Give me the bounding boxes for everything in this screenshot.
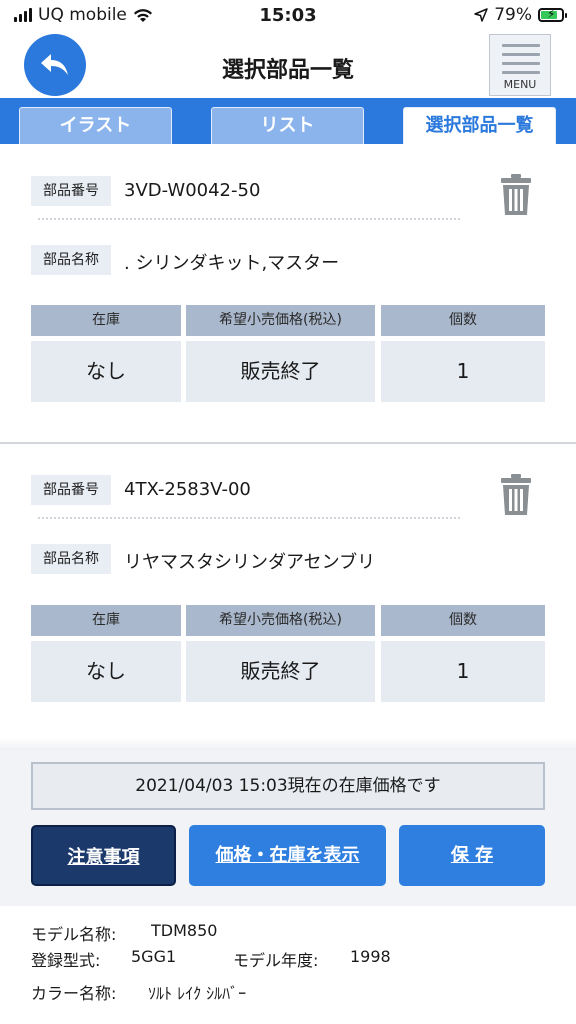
part-name-value: リヤマスタシリンダアセンブリ: [124, 552, 376, 573]
battery-icon: ⚡: [538, 7, 567, 22]
divider: [38, 218, 460, 220]
part-info-table: 在庫 希望小売価格(税込) 個数 なし 販売終了 1: [31, 605, 545, 702]
price-header: 希望小売価格(税込): [186, 605, 375, 636]
part-number-value: 3VD-W0042-50: [124, 180, 261, 201]
qty-value[interactable]: 1: [381, 641, 545, 702]
model-year-label: モデル年度:: [233, 951, 319, 970]
divider: [38, 517, 460, 519]
part-name-value: . シリンダキット,マスター: [124, 253, 340, 274]
stock-header: 在庫: [31, 605, 181, 636]
part-name-label: 部品名称: [31, 245, 111, 275]
qty-value[interactable]: 1: [381, 341, 545, 402]
part-card: 部品番号 3VD-W0042-50 部品名称 . シリンダキット,マスター 在庫…: [0, 144, 576, 442]
hamburger-icon: [502, 44, 540, 80]
color-name-value: ｿﾙﾄ ﾚｲｸ ｼﾙﾊﾞｰ: [148, 984, 247, 1003]
model-name-value: TDM850: [151, 921, 218, 940]
status-right: 79% ⚡: [474, 5, 567, 25]
tab-selected-parts[interactable]: 選択部品一覧: [403, 107, 556, 144]
stock-header: 在庫: [31, 305, 181, 336]
model-info: モデル名称: TDM850 登録型式: 5GG1 モデル年度: 1998 カラー…: [0, 906, 576, 1024]
registered-type-label: 登録型式:: [31, 951, 101, 970]
menu-label: MENU: [503, 78, 537, 91]
part-number-value: 4TX-2583V-00: [124, 479, 251, 500]
stock-value: なし: [31, 641, 181, 702]
tab-bar: イラスト リスト 選択部品一覧: [0, 98, 576, 144]
qty-header: 個数: [381, 605, 545, 636]
price-header: 希望小売価格(税込): [186, 305, 375, 336]
part-name-label: 部品名称: [31, 544, 111, 574]
price-value: 販売終了: [186, 641, 375, 702]
header: 選択部品一覧 MENU: [0, 34, 576, 100]
save-button[interactable]: 保 存: [399, 825, 545, 886]
model-year-value: 1998: [350, 947, 391, 966]
part-info-table: 在庫 希望小売価格(税込) 個数 なし 販売終了 1: [31, 305, 545, 402]
trash-icon[interactable]: [500, 174, 532, 216]
qty-header: 個数: [381, 305, 545, 336]
part-number-label: 部品番号: [31, 176, 111, 206]
location-arrow-icon: [474, 8, 488, 22]
part-number-label: 部品番号: [31, 475, 111, 505]
notes-button[interactable]: 注意事項: [31, 825, 176, 886]
tab-illustration[interactable]: イラスト: [19, 107, 172, 144]
tab-list[interactable]: リスト: [211, 107, 364, 144]
registered-type-value: 5GG1: [131, 947, 177, 966]
menu-button[interactable]: MENU: [489, 34, 551, 96]
part-card: 部品番号 4TX-2583V-00 部品名称 リヤマスタシリンダアセンブリ 在庫…: [0, 444, 576, 738]
model-name-label: モデル名称:: [31, 925, 117, 944]
show-price-stock-button[interactable]: 価格・在庫を表示: [189, 825, 386, 886]
battery-percent: 79%: [494, 5, 532, 25]
action-panel: 2021/04/03 15:03現在の在庫価格です 注意事項 価格・在庫を表示 …: [0, 750, 576, 906]
trash-icon[interactable]: [500, 474, 532, 516]
stock-value: なし: [31, 341, 181, 402]
stock-price-notice: 2021/04/03 15:03現在の在庫価格です: [31, 762, 545, 810]
price-value: 販売終了: [186, 341, 375, 402]
status-bar: UQ mobile 15:03 79% ⚡: [0, 0, 576, 34]
color-name-label: カラー名称:: [31, 984, 117, 1003]
